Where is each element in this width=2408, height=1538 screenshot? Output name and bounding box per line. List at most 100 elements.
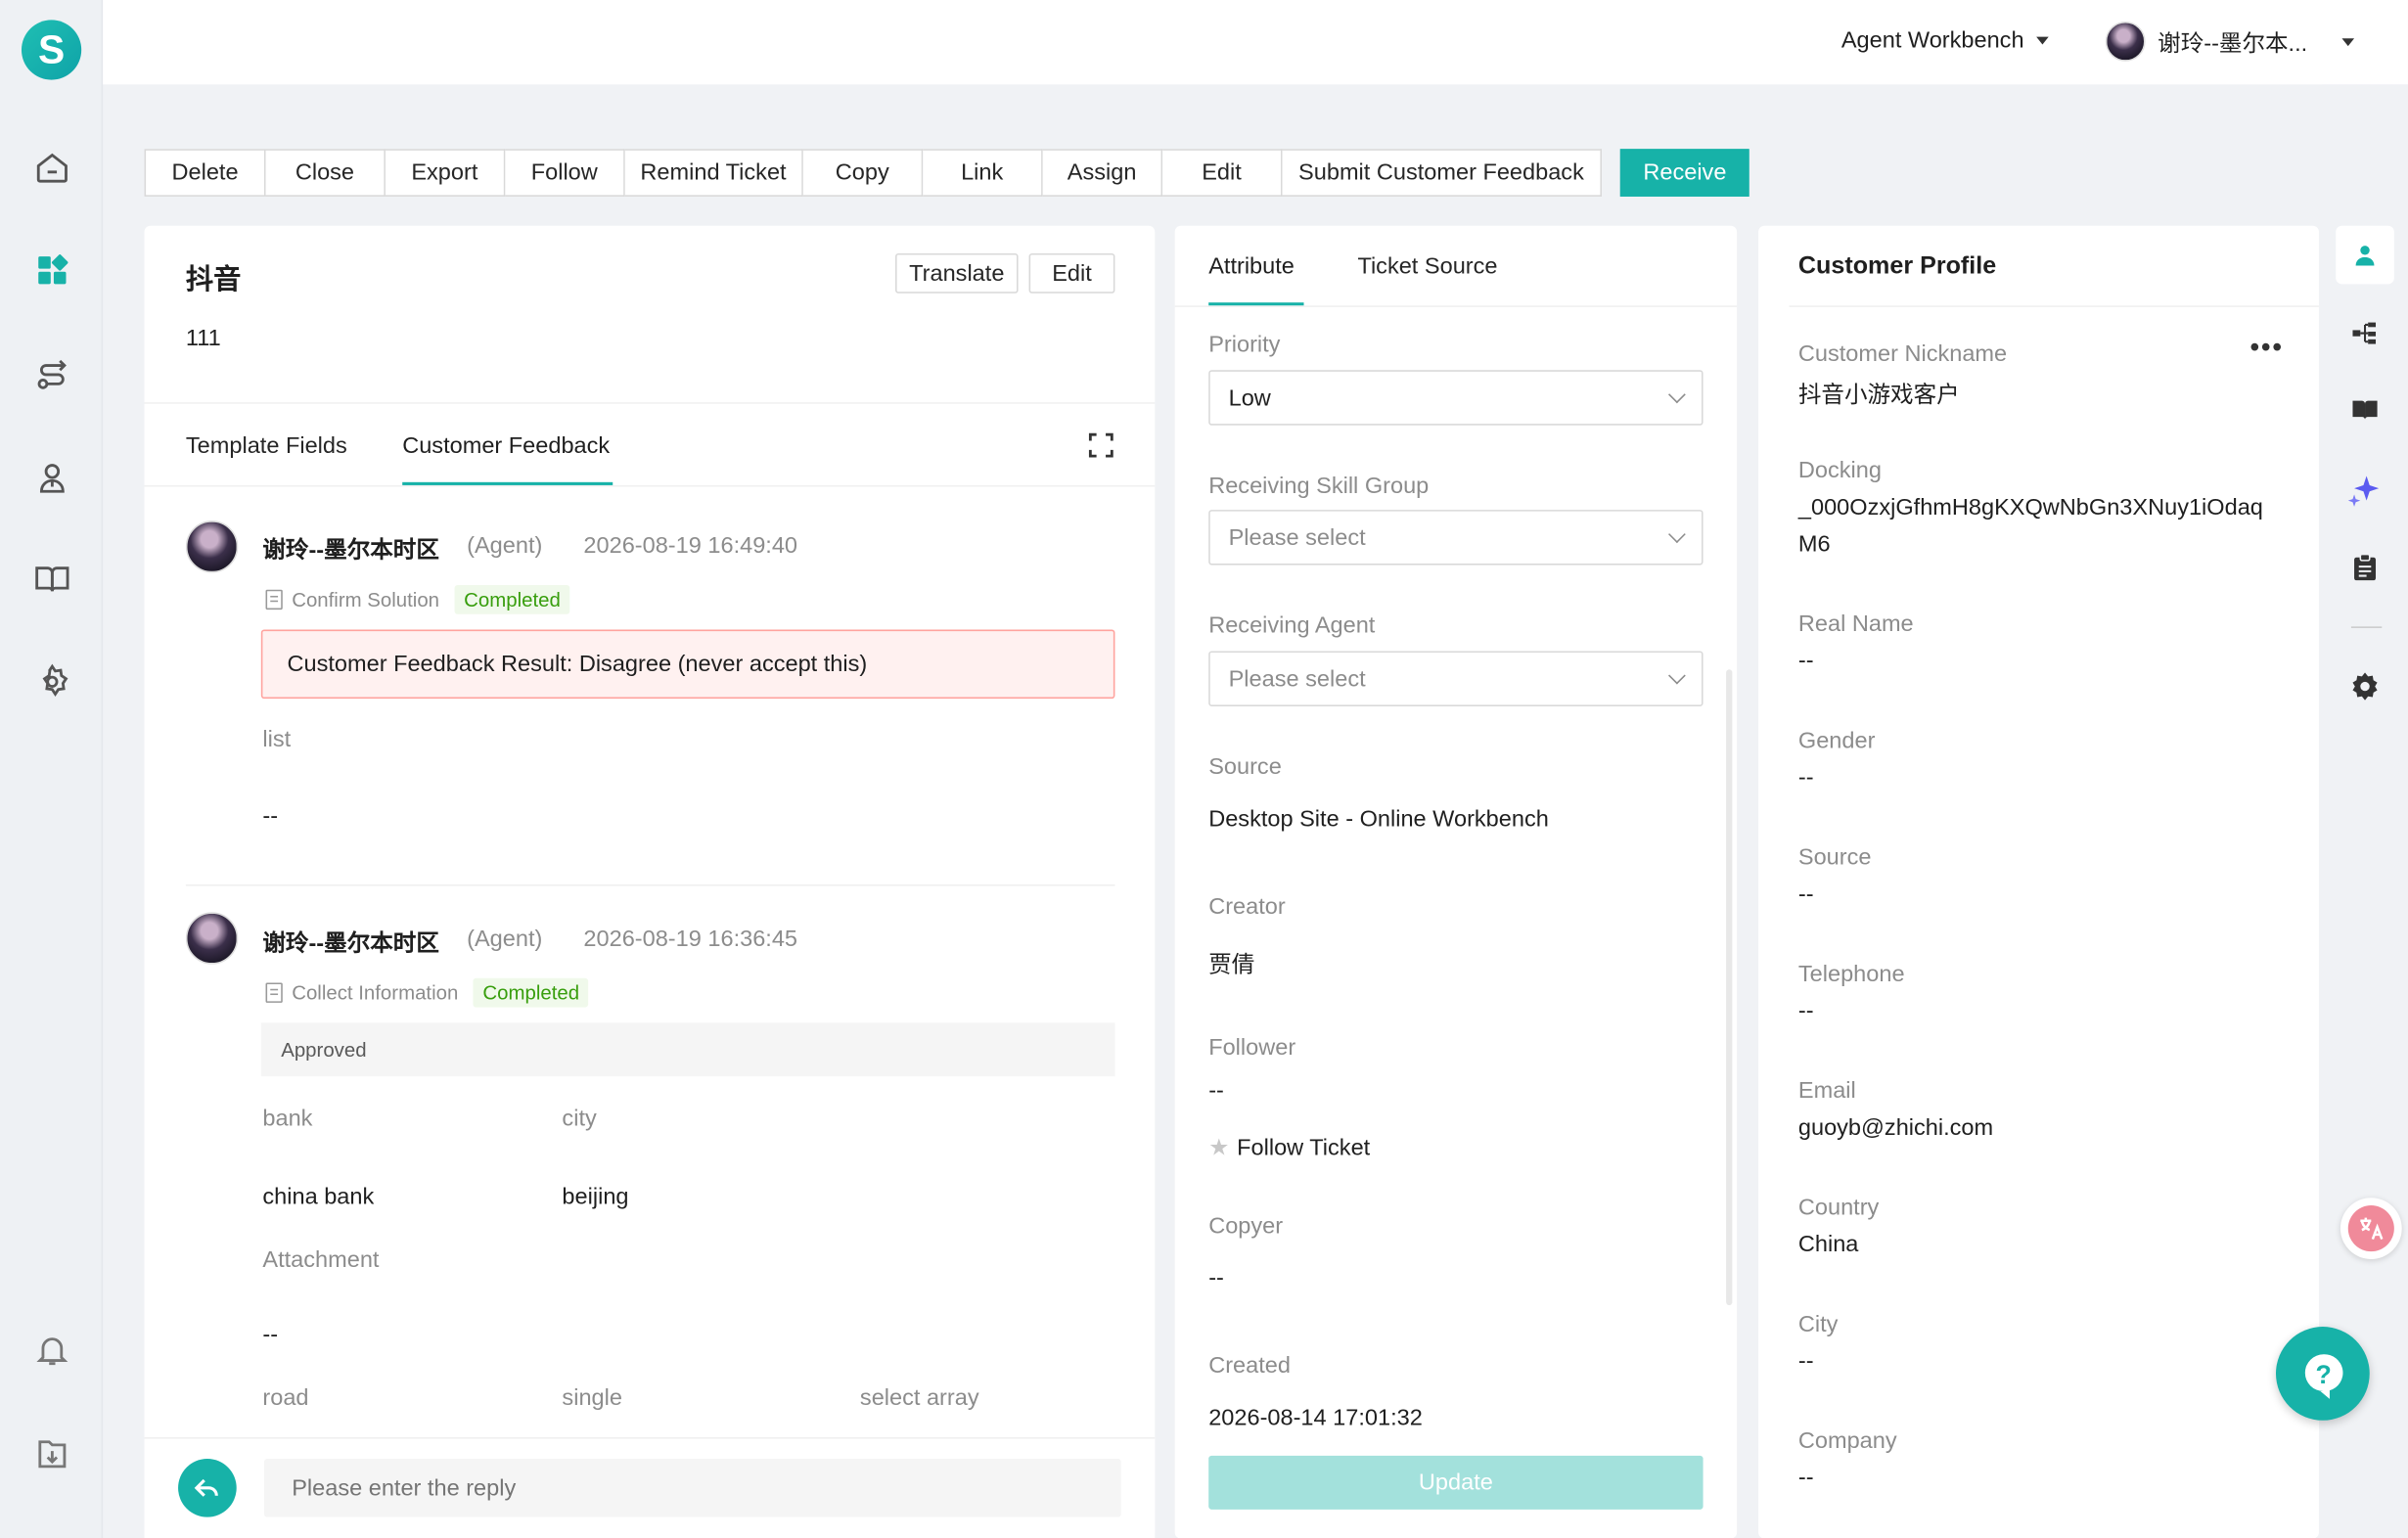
dashboard-icon[interactable]: [29, 248, 75, 294]
field-label: select array: [859, 1384, 979, 1412]
profile-field-value: --: [1797, 1348, 1814, 1375]
document-icon: [265, 982, 283, 1003]
bell-icon[interactable]: [29, 1327, 75, 1373]
app-logo[interactable]: S: [21, 20, 82, 80]
profile-field-label: City: [1797, 1311, 1839, 1338]
gear-icon[interactable]: [2336, 657, 2394, 716]
profile-field-value: 抖音小游戏客户: [1797, 382, 1960, 409]
submit-customer-feedback-button[interactable]: Submit Customer Feedback: [1282, 149, 1602, 197]
clipboard-icon[interactable]: [2336, 537, 2394, 596]
follow-ticket-link[interactable]: ★ Follow Ticket: [1208, 1133, 1370, 1160]
settings-icon[interactable]: [29, 658, 75, 704]
workflow-icon[interactable]: [29, 351, 75, 397]
profile-field-label: Country: [1797, 1195, 1880, 1221]
user-menu[interactable]: 谢玲--墨尔本...: [2105, 21, 2354, 62]
download-icon[interactable]: [29, 1431, 75, 1477]
tree-icon[interactable]: [2336, 304, 2394, 363]
profile-field-value: --: [1797, 648, 1814, 675]
profile-field-value-continued: M6: [1797, 531, 1831, 558]
tab-customer-feedback[interactable]: Customer Feedback: [402, 433, 610, 460]
avatar: [185, 520, 239, 573]
priority-label: Priority: [1208, 332, 1281, 358]
copyer-value: --: [1208, 1265, 1224, 1291]
svg-text:?: ?: [2315, 1359, 2331, 1388]
field-label: single: [562, 1384, 622, 1412]
priority-select[interactable]: Low: [1208, 370, 1704, 426]
delete-button[interactable]: Delete: [144, 149, 266, 197]
creator-value: 贾倩: [1208, 952, 1255, 978]
home-icon[interactable]: [29, 145, 75, 191]
avatar: [185, 912, 239, 965]
link-button[interactable]: Link: [923, 149, 1043, 197]
tab-ticket-source[interactable]: Ticket Source: [1357, 253, 1497, 280]
divider: [144, 484, 1156, 487]
user-group-icon[interactable]: [29, 455, 75, 501]
caret-down-icon: [2340, 37, 2354, 46]
divider: [1789, 305, 2319, 307]
field-value: --: [262, 802, 279, 830]
remind-ticket-button[interactable]: Remind Ticket: [624, 149, 803, 197]
ticket-title: 抖音: [185, 263, 242, 295]
profile-field-label: Real Name: [1797, 611, 1914, 638]
profile-field-label: Source: [1797, 844, 1872, 871]
priority-value: Low: [1228, 384, 1271, 411]
profile-field-label: Telephone: [1797, 961, 1905, 988]
assign-button[interactable]: Assign: [1042, 149, 1163, 197]
skill-group-select[interactable]: Please select: [1208, 510, 1704, 565]
profile-field-value: _000OzxjGfhmH8gKXQwNbGn3XNuy1iOdaq: [1797, 494, 2263, 521]
sparkle-icon[interactable]: [2336, 461, 2394, 520]
feedback-role: (Agent): [467, 532, 543, 560]
skill-group-label: Receiving Skill Group: [1208, 473, 1430, 500]
follower-label: Follower: [1208, 1034, 1296, 1062]
fullscreen-icon[interactable]: [1087, 431, 1114, 467]
field-value: china bank: [262, 1184, 375, 1210]
book-open-icon[interactable]: [2336, 381, 2394, 439]
follow-button[interactable]: Follow: [505, 149, 625, 197]
agent-label: Receiving Agent: [1208, 612, 1376, 639]
created-label: Created: [1208, 1352, 1291, 1380]
step-row: Confirm Solution Completed: [265, 584, 570, 614]
tab-attribute[interactable]: Attribute: [1208, 253, 1295, 280]
person-icon[interactable]: [2336, 225, 2394, 285]
tab-template-fields[interactable]: Template Fields: [186, 433, 347, 460]
receive-button[interactable]: Receive: [1619, 149, 1749, 197]
field-label: bank: [262, 1106, 313, 1132]
action-toolbar: Delete Close Export Follow Remind Ticket…: [144, 149, 1749, 197]
field-label: city: [562, 1106, 597, 1132]
profile-field-value: --: [1797, 881, 1814, 908]
follow-ticket-label: Follow Ticket: [1237, 1134, 1371, 1160]
reply-button[interactable]: [178, 1459, 237, 1517]
copy-button[interactable]: Copy: [802, 149, 924, 197]
ticket-edit-button[interactable]: Edit: [1028, 252, 1115, 294]
more-icon[interactable]: •••: [2249, 332, 2283, 364]
export-button[interactable]: Export: [385, 149, 506, 197]
reply-input[interactable]: [263, 1459, 1121, 1517]
agent-placeholder: Please select: [1228, 665, 1366, 693]
status-badge: Completed: [454, 584, 570, 614]
workbench-switcher[interactable]: Agent Workbench: [1841, 27, 2049, 54]
feedback-time: 2026-08-19 16:49:40: [583, 532, 798, 560]
agent-select[interactable]: Please select: [1208, 651, 1704, 706]
field-value: beijing: [562, 1184, 629, 1210]
profile-field-label: Email: [1797, 1077, 1856, 1105]
scrollbar[interactable]: [1726, 669, 1733, 1306]
left-nav: S: [0, 0, 104, 1538]
translate-button[interactable]: Translate: [895, 252, 1019, 294]
field-value: --: [262, 1322, 279, 1349]
ticket-content: 111: [185, 325, 221, 352]
update-button[interactable]: Update: [1208, 1455, 1704, 1510]
reply-icon: [194, 1478, 218, 1497]
translate-icon[interactable]: [2340, 1198, 2402, 1259]
profile-field-value: --: [1797, 998, 1814, 1024]
ticket-detail-panel: [144, 225, 1156, 1538]
feedback-author: 谢玲--墨尔本时区: [262, 537, 439, 565]
follower-value: --: [1208, 1077, 1224, 1105]
book-icon[interactable]: [29, 556, 75, 602]
help-button[interactable]: ?: [2275, 1327, 2370, 1421]
caret-down-icon: [2036, 36, 2049, 45]
edit-button[interactable]: Edit: [1162, 149, 1283, 197]
close-button[interactable]: Close: [265, 149, 386, 197]
profile-field-value: --: [1797, 764, 1814, 792]
divider: [144, 402, 1156, 404]
creator-label: Creator: [1208, 893, 1286, 921]
